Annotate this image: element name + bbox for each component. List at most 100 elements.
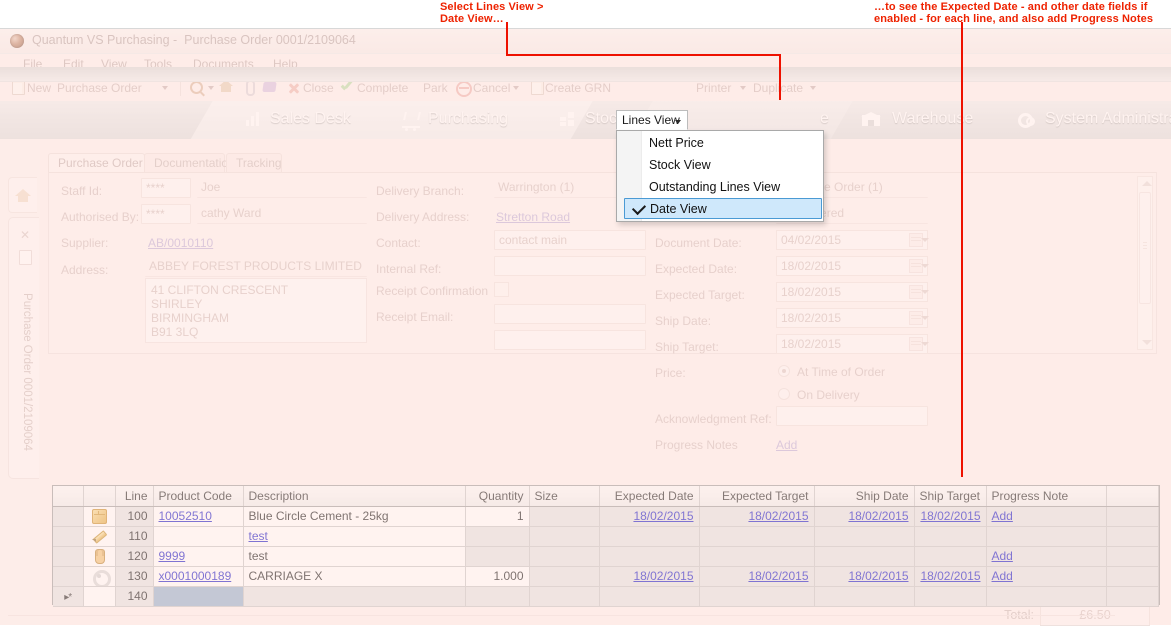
grid-col-selector[interactable] xyxy=(53,486,84,507)
cell-product-code[interactable]: 9999 xyxy=(153,546,244,567)
cancel-icon[interactable] xyxy=(456,81,472,97)
cell-expected-target[interactable] xyxy=(699,586,815,607)
cell-product-code[interactable]: x0001000189 xyxy=(153,566,244,587)
create-grn-icon[interactable] xyxy=(531,80,544,95)
new-dropdown-caret[interactable] xyxy=(162,86,168,90)
rail-tab-purchase-order[interactable]: ✕ Purchase Order 0001/2109064 xyxy=(8,217,39,479)
contact-field[interactable]: contact main xyxy=(494,230,646,250)
search-icon[interactable] xyxy=(190,81,203,94)
grid-col-expected-target[interactable]: Expected Target xyxy=(699,486,815,507)
row-selector[interactable] xyxy=(53,566,84,587)
cell-quantity[interactable]: 1 xyxy=(465,506,530,527)
ship-target-link[interactable]: 18/02/2015 xyxy=(920,509,980,523)
ribbon-item-system-administration[interactable]: System Administration xyxy=(1045,110,1171,128)
ship-target-field[interactable]: 18/02/2015 xyxy=(776,334,928,354)
grid-col-ship-target[interactable]: Ship Target xyxy=(914,486,987,507)
grid-col-icon[interactable] xyxy=(83,486,116,507)
delivery-address-link[interactable]: Stretton Road xyxy=(496,210,570,224)
staff-id-code-field[interactable]: **** xyxy=(141,178,191,198)
cell-quantity[interactable]: 1.000 xyxy=(465,566,530,587)
cell-description[interactable] xyxy=(243,586,466,607)
price-at-time-of-order-radio[interactable] xyxy=(778,365,790,377)
book-icon[interactable] xyxy=(262,82,277,92)
cell-expected-target[interactable] xyxy=(699,546,815,567)
expected-target-field[interactable]: 18/02/2015 xyxy=(776,282,928,302)
duplicate-dropdown-caret[interactable] xyxy=(810,86,816,90)
row-selector[interactable]: ▸* xyxy=(53,586,84,607)
document-date-dropdown-caret[interactable] xyxy=(921,238,929,242)
product-code-link[interactable]: 9999 xyxy=(159,549,186,563)
cell-expected-date[interactable] xyxy=(599,546,700,567)
tab-tracking[interactable]: Tracking xyxy=(226,153,282,173)
receipt-email-field[interactable] xyxy=(494,304,646,324)
paperclip-icon[interactable] xyxy=(246,80,255,96)
lines-view-button[interactable]: Lines View xyxy=(616,110,688,130)
cell-ship-date[interactable] xyxy=(814,526,915,547)
cell-expected-target[interactable]: 18/02/2015 xyxy=(699,506,815,527)
authorised-by-code-field[interactable]: **** xyxy=(141,204,191,224)
description-link[interactable]: test xyxy=(249,529,268,543)
cell-ship-target[interactable] xyxy=(914,586,987,607)
cell-size[interactable] xyxy=(529,586,600,607)
cell-ship-target[interactable] xyxy=(914,546,987,567)
expected-date-link[interactable]: 18/02/2015 xyxy=(633,569,693,583)
order-lines-grid[interactable]: Line Product Code Description Quantity S… xyxy=(52,485,1160,607)
cell-expected-target[interactable] xyxy=(699,526,815,547)
table-row[interactable]: 110 test xyxy=(53,526,1159,547)
row-selector[interactable] xyxy=(53,506,84,527)
supplier-link[interactable]: AB/0010110 xyxy=(148,236,213,250)
cell-expected-target[interactable]: 18/02/2015 xyxy=(699,566,815,587)
ship-target-dropdown-caret[interactable] xyxy=(921,342,929,346)
acknowledgment-ref-field[interactable] xyxy=(776,406,928,426)
grid-col-description[interactable]: Description xyxy=(243,486,466,507)
expected-target-link[interactable]: 18/02/2015 xyxy=(748,509,808,523)
grid-col-quantity[interactable]: Quantity xyxy=(465,486,530,507)
close-x-icon[interactable] xyxy=(288,82,300,94)
cell-progress-note[interactable]: Add xyxy=(986,546,1107,567)
printer-dropdown-caret[interactable] xyxy=(740,86,746,90)
cell-ship-target[interactable]: 18/02/2015 xyxy=(914,566,987,587)
cell-quantity[interactable] xyxy=(465,546,530,567)
cell-ship-date[interactable] xyxy=(814,546,915,567)
grid-col-progress-note[interactable]: Progress Note xyxy=(986,486,1107,507)
menu-item-outstanding-lines-view[interactable]: Outstanding Lines View xyxy=(618,177,822,198)
cell-size[interactable] xyxy=(529,566,600,587)
scrollbar-thumb[interactable] xyxy=(1139,192,1151,304)
expected-date-link[interactable]: 18/02/2015 xyxy=(633,509,693,523)
cell-product-code[interactable] xyxy=(153,526,244,547)
cell-quantity[interactable] xyxy=(465,526,530,547)
table-row[interactable]: 100 10052510 Blue Circle Cement - 25kg 1… xyxy=(53,506,1159,527)
cell-progress-note[interactable] xyxy=(986,586,1107,607)
cell-product-code[interactable] xyxy=(153,586,244,607)
close-icon[interactable]: ✕ xyxy=(20,229,30,241)
expected-target-dropdown-caret[interactable] xyxy=(921,290,929,294)
cancel-dropdown-caret[interactable] xyxy=(513,86,519,90)
ribbon-item-sales-desk[interactable]: Sales Desk xyxy=(270,110,351,128)
menu-item-stock-view[interactable]: Stock View xyxy=(618,155,822,176)
cell-expected-date[interactable]: 18/02/2015 xyxy=(599,506,700,527)
receipt-confirmation-checkbox[interactable] xyxy=(494,282,509,297)
tab-purchase-order[interactable]: Purchase Order xyxy=(48,153,145,173)
row-selector[interactable] xyxy=(53,526,84,547)
progress-note-add-link[interactable]: Add xyxy=(992,549,1013,563)
table-row[interactable]: 120 9999 test Add xyxy=(53,546,1159,567)
table-row[interactable]: ▸* 140 xyxy=(53,586,1159,607)
expected-date-field[interactable]: 18/02/2015 xyxy=(776,256,928,276)
product-code-link[interactable]: 10052510 xyxy=(159,509,212,523)
cell-expected-date[interactable] xyxy=(599,586,700,607)
search-dropdown-caret[interactable] xyxy=(208,86,214,90)
ship-date-link[interactable]: 18/02/2015 xyxy=(848,569,908,583)
expected-date-dropdown-caret[interactable] xyxy=(921,264,929,268)
scroll-down-arrow-icon[interactable] xyxy=(1142,340,1152,345)
ribbon-item-partial[interactable]: e xyxy=(820,110,829,128)
cell-quantity[interactable] xyxy=(465,586,530,607)
expected-target-link[interactable]: 18/02/2015 xyxy=(748,569,808,583)
cell-size[interactable] xyxy=(529,526,600,547)
menu-item-date-view[interactable]: Date View xyxy=(624,198,822,219)
cell-ship-target[interactable] xyxy=(914,526,987,547)
new-document-icon[interactable] xyxy=(12,80,25,95)
grid-col-line[interactable]: Line xyxy=(115,486,154,507)
lines-view-dropdown[interactable]: Nett Price Stock View Outstanding Lines … xyxy=(616,130,824,222)
cell-ship-date[interactable]: 18/02/2015 xyxy=(814,506,915,527)
table-row[interactable]: 130 x0001000189 CARRIAGE X 1.000 18/02/2… xyxy=(53,566,1159,587)
